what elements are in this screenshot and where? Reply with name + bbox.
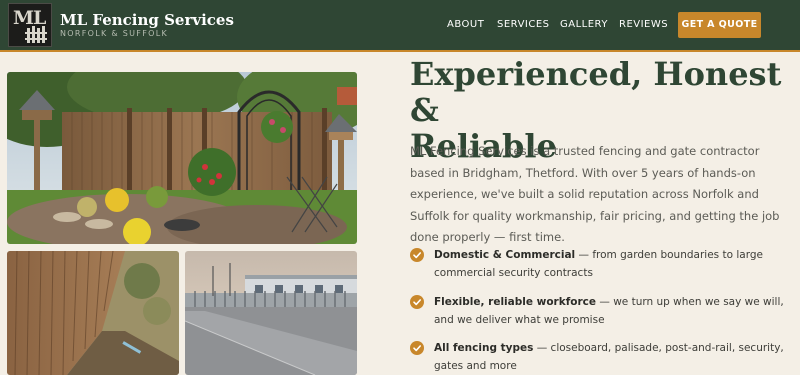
closeboard-fence-photo (7, 251, 179, 375)
brand-logo[interactable]: ML (8, 3, 52, 47)
feature-text: All fencing types — closeboard, palisade… (434, 339, 794, 375)
feature-title: Flexible, reliable workforce (434, 296, 597, 308)
get-a-quote-button[interactable]: GET A QUOTE (678, 12, 761, 38)
fence-logo-icon (25, 26, 47, 43)
checkmark-icon (410, 295, 424, 309)
feature-text: Domestic & Commercial — from garden boun… (434, 246, 794, 282)
checkmark-icon (410, 248, 424, 262)
brand-tagline: NORFOLK & SUFFOLK (60, 29, 169, 38)
nav-about[interactable]: ABOUT (447, 19, 484, 30)
nav-services[interactable]: SERVICES (497, 19, 550, 30)
nav-gallery[interactable]: GALLERY (560, 19, 608, 30)
palisade-fence-photo (185, 251, 357, 375)
headline-line-1: Experienced, Honest & (410, 55, 782, 129)
feature-title: All fencing types (434, 342, 534, 354)
about-intro: ML Fencing Services is a trusted fencing… (410, 144, 780, 244)
feature-title: Domestic & Commercial (434, 249, 576, 261)
checkmark-icon (410, 341, 424, 355)
nav-reviews[interactable]: REVIEWS (619, 19, 668, 30)
garden-fence-photo (7, 72, 357, 244)
brand-name[interactable]: ML Fencing Services (60, 11, 234, 29)
feature-text: Flexible, reliable workforce — we turn u… (434, 293, 794, 329)
site-header: ML ML Fencing Services NORFOLK & SUFFOLK… (0, 0, 800, 52)
